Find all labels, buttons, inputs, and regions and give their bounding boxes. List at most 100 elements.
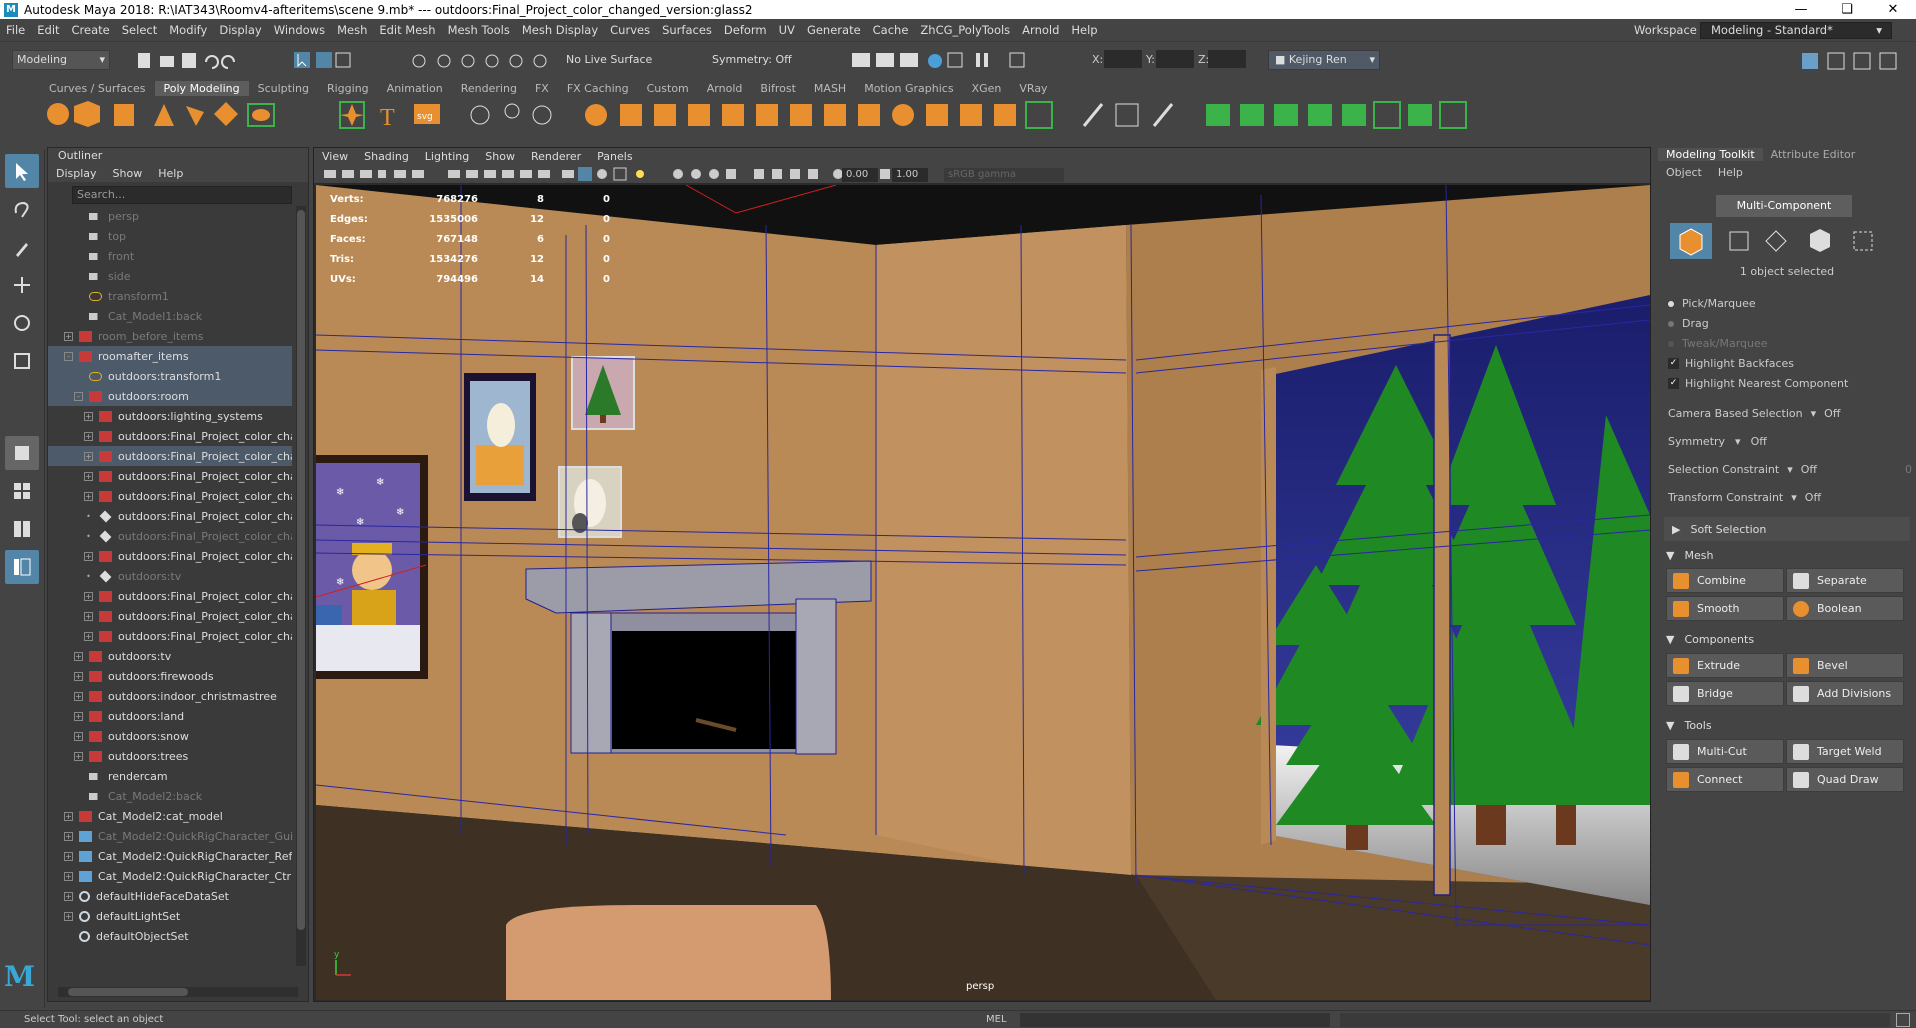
shelf-primitives-icons[interactable]: Tsvg — [44, 98, 464, 132]
shelf-tab[interactable]: FX — [526, 81, 558, 96]
outliner-item[interactable]: - outdoors:room — [48, 386, 292, 406]
menu-curves[interactable]: Curves — [604, 23, 656, 37]
expand-icon[interactable]: + — [84, 591, 93, 601]
collapse-icon[interactable]: - — [74, 391, 83, 401]
3d-viewport[interactable]: ❄❄❄❄❄❄ — [316, 185, 1650, 1000]
tab-modeling-toolkit[interactable]: Modeling Toolkit — [1658, 147, 1763, 161]
h-scroll-thumb[interactable] — [68, 988, 188, 996]
expand-icon[interactable]: + — [84, 631, 93, 641]
outliner-item[interactable]: + outdoors:snow — [48, 726, 292, 746]
outliner-item[interactable]: + outdoors:land — [48, 706, 292, 726]
soft-selection-header[interactable]: ▶ Soft Selection — [1664, 517, 1910, 541]
x-field[interactable] — [1104, 50, 1142, 68]
mesh-section-header[interactable]: ▼ Mesh — [1658, 543, 1916, 567]
outliner-item[interactable]: Cat_Model2:back — [48, 786, 292, 806]
outliner-item[interactable]: + outdoors:Final_Project_color_cha — [48, 426, 292, 446]
close-button[interactable]: ✕ — [1870, 0, 1916, 19]
vp-menu-shading[interactable]: Shading — [356, 150, 417, 163]
shelf-tab[interactable]: Arnold — [698, 81, 752, 96]
expand-icon[interactable]: + — [74, 731, 83, 741]
menu-cache[interactable]: Cache — [867, 23, 915, 37]
multi-cut-button[interactable]: Multi-Cut — [1666, 739, 1784, 764]
outliner-item[interactable]: + outdoors:Final_Project_color_cha — [48, 586, 292, 606]
outliner-item[interactable]: • outdoors:Final_Project_color_cha — [48, 506, 292, 526]
tweak-marquee-option[interactable]: Tweak/Marquee — [1668, 337, 1768, 350]
expand-icon[interactable]: + — [84, 611, 93, 621]
vp-menu-lighting[interactable]: Lighting — [417, 150, 477, 163]
exposure-field[interactable]: 0.00 — [842, 168, 878, 182]
outliner-item[interactable]: + outdoors:Final_Project_color_cha — [48, 486, 292, 506]
outliner-menu-display[interactable]: Display — [48, 167, 105, 180]
expand-icon[interactable]: + — [64, 811, 73, 821]
expand-icon[interactable]: + — [84, 471, 93, 481]
select-tool-icon[interactable] — [5, 154, 39, 188]
outliner-menu-help[interactable]: Help — [150, 167, 191, 180]
expand-icon[interactable]: + — [84, 451, 93, 461]
z-field[interactable] — [1208, 50, 1246, 68]
outliner-item[interactable]: + outdoors:Final_Project_color_cha — [48, 446, 292, 466]
shelf-tab[interactable]: Rendering — [452, 81, 526, 96]
lasso-tool-icon[interactable] — [5, 192, 39, 226]
expand-icon[interactable]: + — [84, 551, 93, 561]
combine-button[interactable]: Combine — [1666, 568, 1784, 593]
vp-menu-panels[interactable]: Panels — [589, 150, 640, 163]
menu-zhcg-polytools[interactable]: ZhCG_PolyTools — [914, 23, 1016, 37]
shelf-tab[interactable]: Curves / Surfaces — [40, 81, 155, 96]
menu-help[interactable]: Help — [1065, 23, 1103, 37]
menu-file[interactable]: File — [0, 23, 31, 37]
move-tool-icon[interactable] — [5, 268, 39, 302]
separate-button[interactable]: Separate — [1786, 568, 1904, 593]
vp-menu-show[interactable]: Show — [477, 150, 523, 163]
layout-single-icon[interactable] — [5, 436, 39, 470]
outliner-item[interactable]: + outdoors:lighting_systems — [48, 406, 292, 426]
target-weld-button[interactable]: Target Weld — [1786, 739, 1904, 764]
y-field[interactable] — [1156, 50, 1194, 68]
shelf-tab[interactable]: XGen — [963, 81, 1011, 96]
component-mode-icons[interactable] — [1670, 223, 1900, 259]
expand-icon[interactable]: + — [84, 411, 93, 421]
outliner-item[interactable]: + outdoors:trees — [48, 746, 292, 766]
expand-icon[interactable]: + — [64, 831, 73, 841]
outliner-item[interactable]: + Cat_Model2:cat_model — [48, 806, 292, 826]
outliner-item[interactable]: front — [48, 246, 292, 266]
menu-uv[interactable]: UV — [773, 23, 801, 37]
layout-four-icon[interactable] — [5, 474, 39, 508]
shelf-tab[interactable]: FX Caching — [558, 81, 638, 96]
menu-mesh-display[interactable]: Mesh Display — [516, 23, 604, 37]
highlight-nearest-checkbox[interactable]: ✓ Highlight Nearest Component — [1668, 377, 1848, 390]
mel-label[interactable]: MEL — [986, 1014, 1007, 1025]
camera-based-selection-row[interactable]: Camera Based Selection ▾ Off — [1668, 407, 1908, 420]
layout-outliner-icon[interactable] — [5, 550, 39, 584]
outliner-search-input[interactable]: Search... — [72, 186, 292, 204]
menu-create[interactable]: Create — [66, 23, 116, 37]
outliner-item[interactable]: + outdoors:indoor_christmastree — [48, 686, 292, 706]
transform-constraint-row[interactable]: Transform Constraint ▾ Off — [1668, 491, 1821, 504]
outliner-item[interactable]: - roomafter_items — [48, 346, 292, 366]
outliner-item[interactable]: + outdoors:Final_Project_color_cha — [48, 626, 292, 646]
menu-display[interactable]: Display — [213, 23, 267, 37]
shelf-tab[interactable]: Motion Graphics — [855, 81, 962, 96]
outliner-item[interactable]: + outdoors:firewoods — [48, 666, 292, 686]
smooth-button[interactable]: Smooth — [1666, 596, 1784, 621]
outliner-item[interactable]: + outdoors:Final_Project_color_cha — [48, 466, 292, 486]
vp-menu-renderer[interactable]: Renderer — [523, 150, 589, 163]
maximize-button[interactable]: ❏ — [1824, 0, 1870, 19]
boolean-button[interactable]: Boolean — [1786, 596, 1904, 621]
menu-edit-mesh[interactable]: Edit Mesh — [373, 23, 441, 37]
outliner-item[interactable]: persp — [48, 206, 292, 226]
paint-select-icon[interactable] — [5, 230, 39, 264]
outliner-h-scrollbar[interactable] — [58, 987, 298, 997]
collapse-icon[interactable]: - — [64, 351, 73, 361]
symmetry-row[interactable]: Symmetry ▾ Off — [1668, 435, 1767, 448]
outliner-item[interactable]: side — [48, 266, 292, 286]
shelf-tab[interactable]: Animation — [378, 81, 452, 96]
scroll-thumb[interactable] — [297, 210, 305, 930]
shelf-tab[interactable]: VRay — [1010, 81, 1056, 96]
outliner-item[interactable]: transform1 — [48, 286, 292, 306]
extrude-button[interactable]: Extrude — [1666, 653, 1784, 678]
bridge-button[interactable]: Bridge — [1666, 681, 1784, 706]
menu-mesh[interactable]: Mesh — [331, 23, 373, 37]
quad-draw-button[interactable]: Quad Draw — [1786, 767, 1904, 792]
account-button[interactable]: ■ Kejing Ren ▾ — [1268, 50, 1380, 70]
bevel-button[interactable]: Bevel — [1786, 653, 1904, 678]
